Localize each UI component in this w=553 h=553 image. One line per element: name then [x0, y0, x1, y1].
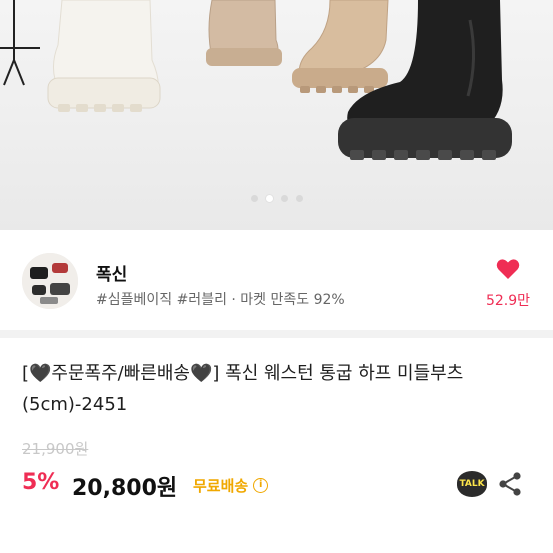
- info-icon[interactable]: i: [253, 478, 269, 493]
- sale-price: 20,800원: [72, 476, 178, 501]
- shop-name[interactable]: 폭신: [96, 260, 127, 285]
- share-button[interactable]: [498, 471, 522, 497]
- free-shipping-info[interactable]: 무료배송 i: [193, 475, 269, 496]
- original-price: 21,900원: [22, 440, 89, 458]
- carousel-pagination: [0, 195, 553, 202]
- shop-tags-satisfaction: #심플베이직 #러블리 · 마켓 만족도 92%: [96, 292, 345, 308]
- carousel-dot[interactable]: [295, 195, 303, 202]
- shop-info-row[interactable]: 폭신 #심플베이직 #러블리 · 마켓 만족도 92% 52.9만: [0, 230, 553, 338]
- carousel-dot[interactable]: [250, 195, 258, 202]
- product-info: [🖤주문폭주/빠른배송🖤] 폭신 웨스턴 통굽 하프 미들부츠 (5cm)-24…: [0, 338, 553, 553]
- product-image-carousel[interactable]: [0, 0, 553, 230]
- heart-icon: [496, 259, 520, 279]
- share-icon: [499, 472, 521, 496]
- like-button[interactable]: 52.9만: [478, 258, 538, 310]
- product-title: [🖤주문폭주/빠른배송🖤] 폭신 웨스턴 통굽 하프 미들부츠 (5cm)-24…: [22, 363, 464, 415]
- free-shipping-label: 무료배송: [193, 477, 249, 495]
- kakao-talk-button[interactable]: TALK: [457, 471, 487, 497]
- like-count: 52.9만: [485, 293, 531, 309]
- carousel-dot[interactable]: [280, 195, 288, 202]
- discount-rate: 5%: [22, 470, 60, 495]
- carousel-dot-active[interactable]: [265, 195, 273, 202]
- shop-avatar[interactable]: [22, 253, 78, 309]
